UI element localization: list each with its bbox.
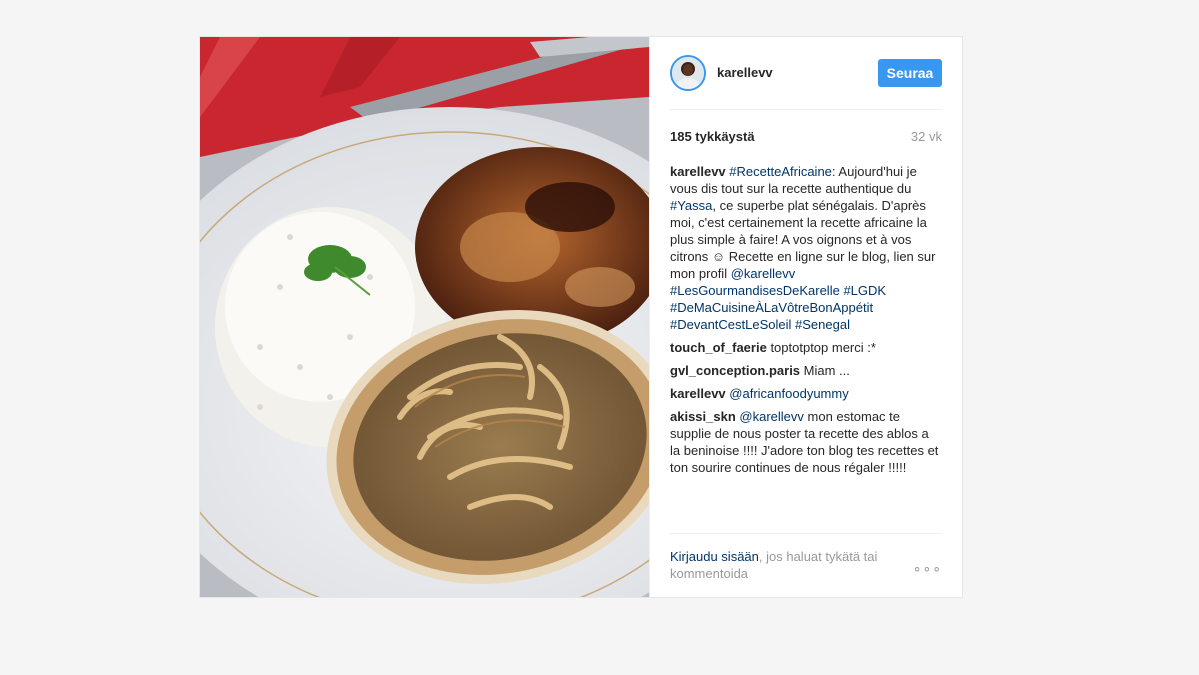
comment-item: gvl_conception.paris Miam ... (670, 362, 942, 379)
post-age[interactable]: 32 vk (911, 129, 942, 144)
hashtag-link[interactable]: #LGDK (843, 283, 886, 298)
hashtag-link[interactable]: #RecetteAfricaine (729, 164, 832, 179)
caption-username[interactable]: karellevv (670, 164, 726, 179)
mention-link[interactable]: @karellevv (739, 409, 804, 424)
comment-username[interactable]: gvl_conception.paris (670, 363, 800, 378)
more-options-icon[interactable]: ∘∘∘ (913, 560, 942, 577)
comment-item: touch_of_faerie toptotptop merci :* (670, 339, 942, 356)
post-sidebar: karellevv Seuraa 185 tykkäystä 32 vk kar… (649, 37, 962, 597)
hashtag-link[interactable]: #LesGourmandisesDeKarelle (670, 283, 840, 298)
instagram-post: karellevv Seuraa 185 tykkäystä 32 vk kar… (199, 36, 963, 598)
follow-button[interactable]: Seuraa (878, 59, 942, 87)
avatar[interactable] (670, 55, 706, 91)
avatar-image (672, 57, 704, 89)
hashtag-link[interactable]: #DeMaCuisineÀLaVôtreBonAppétit (670, 300, 873, 315)
login-link[interactable]: Kirjaudu sisään (670, 549, 759, 564)
comment-item: akissi_skn @karellevv mon estomac te sup… (670, 408, 942, 476)
caption-text: #RecetteAfricaine: Aujourd'hui je vous d… (670, 164, 935, 332)
comment-text: toptotptop merci :* (770, 340, 876, 355)
mention-link[interactable]: @africanfoodyummy (729, 386, 848, 401)
comment-username[interactable]: touch_of_faerie (670, 340, 767, 355)
login-prompt: Kirjaudu sisään, jos haluat tykätä tai k… (670, 533, 942, 594)
author-username[interactable]: karellevv (717, 65, 773, 80)
likes-count[interactable]: 185 tykkäystä (670, 129, 755, 144)
hashtag-link[interactable]: #Yassa (670, 198, 712, 213)
comment-text: Miam ... (803, 363, 850, 378)
caption: karellevv #RecetteAfricaine: Aujourd'hui… (670, 163, 942, 333)
login-text: Kirjaudu sisään, jos haluat tykätä tai k… (670, 548, 900, 582)
comment-username[interactable]: akissi_skn (670, 409, 736, 424)
post-photo[interactable] (200, 37, 649, 597)
post-stats: 185 tykkäystä 32 vk (670, 129, 942, 144)
hashtag-link[interactable]: #Senegal (795, 317, 850, 332)
comment-username[interactable]: karellevv (670, 386, 726, 401)
mention-link[interactable]: @karellevv (731, 266, 796, 281)
comments-list: karellevv #RecetteAfricaine: Aujourd'hui… (670, 163, 942, 482)
post-header: karellevv Seuraa (670, 55, 942, 110)
comment-item: karellevv @africanfoodyummy (670, 385, 942, 402)
hashtag-link[interactable]: #DevantCestLeSoleil (670, 317, 791, 332)
yassa-dish-image (200, 37, 649, 597)
